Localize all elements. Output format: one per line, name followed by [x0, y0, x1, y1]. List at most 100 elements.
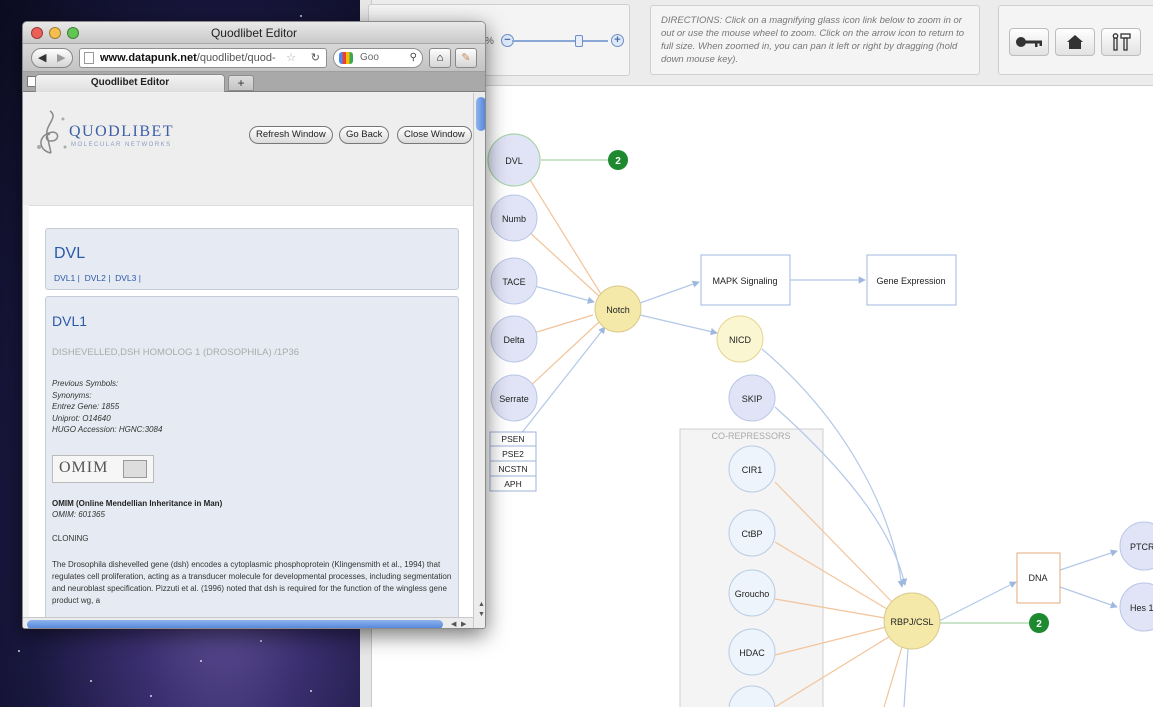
home-button[interactable] — [1055, 28, 1095, 56]
node-rbpj[interactable]: RBPJ/CSL — [883, 592, 941, 650]
bookmark-star-icon[interactable]: ☆ — [286, 49, 296, 67]
address-bar[interactable]: www.datapunk.net/quodlibet/quod- ☆ ↻ — [79, 48, 327, 68]
edge-rbpj-down1 — [883, 646, 903, 707]
gene-detail-panel: DVL1 DISHEVELLED,DSH HOMOLOG 1 (DROSOPHI… — [45, 296, 459, 628]
node-groucho-label: Groucho — [735, 589, 770, 599]
omim-number: OMIM: 601365 — [52, 510, 105, 519]
node-skip[interactable]: SKIP — [728, 374, 776, 422]
edge-dvl-notch — [526, 174, 605, 300]
omim-logo-link[interactable]: OMIM — [52, 455, 154, 483]
gamma-secretase-complex[interactable]: PSEN PSE2 NCSTN APH — [489, 431, 537, 492]
uniprot-id: Uniprot: O14640 — [52, 413, 111, 423]
addon-button[interactable]: ✎ — [455, 48, 477, 68]
aph-label: APH — [504, 479, 521, 489]
node-numb[interactable]: Numb — [490, 194, 538, 242]
gene-group-panel: DVL DVL1 | DVL2 | DVL3 | — [45, 228, 459, 290]
gene-metadata: Previous Symbols: Synonyms: Entrez Gene:… — [52, 378, 162, 436]
node-hdac[interactable]: HDAC — [728, 628, 776, 676]
omim-heading: OMIM (Online Mendellian Inheritance in M… — [52, 499, 223, 508]
scroll-down-arrow-icon[interactable]: ▼ — [478, 611, 485, 618]
pse2-label: PSE2 — [502, 449, 524, 459]
badge-rbpj-count[interactable]: 2 — [1029, 613, 1049, 633]
node-cibp-label: CtBP — [741, 529, 762, 539]
forward-arrow-icon[interactable]: ▶ — [57, 51, 65, 64]
zoom-in-button[interactable]: + — [611, 34, 624, 47]
scroll-up-arrow-icon[interactable]: ▲ — [478, 601, 485, 608]
logo-subtitle: MOLECULAR NETWORKS — [71, 142, 172, 148]
entrez-gene: Entrez Gene: 1855 — [52, 402, 120, 411]
node-groucho[interactable]: Groucho — [728, 569, 776, 617]
google-icon — [339, 52, 353, 64]
home-icon — [1067, 35, 1083, 49]
node-nicd-label: NICD — [729, 335, 751, 345]
edge-notch-mapk — [639, 280, 700, 304]
gene-title: DVL1 — [52, 313, 88, 329]
node-dvl[interactable]: DVL — [487, 133, 541, 187]
node-hes[interactable]: Hes 1 — [1119, 582, 1153, 632]
node-cir1[interactable]: CIR1 — [728, 445, 776, 493]
horizontal-scrollbar[interactable]: ◀ ▶ — [23, 617, 473, 628]
reload-icon[interactable]: ↻ — [311, 49, 320, 67]
page-content: QUODLIBET MOLECULAR NETWORKS Refresh Win… — [23, 93, 473, 628]
page-header: QUODLIBET MOLECULAR NETWORKS Refresh Win… — [23, 93, 473, 205]
tab-quodlibet-editor[interactable]: Quodlibet Editor — [35, 74, 225, 92]
key-button[interactable] — [1009, 28, 1049, 56]
psen-label: PSEN — [501, 434, 524, 444]
link-dvl1[interactable]: DVL1 — [54, 273, 75, 283]
edge-notch-nicd — [639, 314, 718, 336]
search-icon[interactable]: ⚲ — [410, 49, 417, 67]
node-notch[interactable]: Notch — [594, 285, 642, 333]
vertical-scroll-thumb[interactable] — [476, 97, 485, 131]
section-heading-cloning: CLONING — [52, 534, 89, 543]
edge-dna-ptcr — [1059, 549, 1118, 571]
node-delta-label: Delta — [503, 335, 524, 345]
box-dna-label: DNA — [1028, 573, 1047, 583]
close-window-button[interactable]: Close Window — [397, 126, 472, 144]
horizontal-scroll-thumb[interactable] — [27, 620, 443, 628]
node-cibp[interactable]: CtBP — [728, 509, 776, 557]
box-gene-expression-label: Gene Expression — [876, 276, 945, 286]
network-canvas[interactable]: CO-REPRESSORS DVL Numb TACE Delta Serrat… — [372, 87, 1153, 707]
synonyms: Synonyms: — [52, 390, 92, 400]
zoom-percent: % — [485, 36, 494, 47]
gene-full-name: DISHEVELLED,DSH HOMOLOG 1 (DROSOPHILA) /… — [52, 347, 300, 358]
edge-rbpj-down2 — [903, 648, 909, 707]
zoom-slider-track[interactable] — [512, 40, 608, 42]
zoom-slider-thumb[interactable] — [575, 35, 583, 47]
scroll-left-arrow-icon[interactable]: ◀ — [451, 620, 456, 628]
link-dvl3[interactable]: DVL3 — [115, 273, 136, 283]
page-icon — [84, 52, 94, 64]
directions-text: DIRECTIONS: Click on a magnifying glass … — [650, 5, 980, 75]
node-tace[interactable]: TACE — [490, 257, 538, 305]
box-mapk[interactable]: MAPK Signaling — [700, 254, 791, 306]
badge-dvl-count[interactable]: 2 — [608, 150, 628, 170]
scroll-right-arrow-icon[interactable]: ▶ — [461, 620, 466, 628]
search-bar[interactable]: Goo ⚲ — [333, 48, 423, 68]
close-window-light[interactable] — [31, 27, 43, 39]
box-gene-expression[interactable]: Gene Expression — [866, 254, 957, 306]
network-diagram[interactable]: CO-REPRESSORS DVL Numb TACE Delta Serrat… — [372, 87, 1153, 707]
go-back-button[interactable]: Go Back — [339, 126, 390, 144]
minimize-window-light[interactable] — [49, 27, 61, 39]
home-nav-button[interactable]: ⌂ — [429, 48, 451, 68]
refresh-window-button[interactable]: Refresh Window — [249, 126, 333, 144]
badge-dvl-count-text: 2 — [615, 156, 621, 167]
box-dna[interactable]: DNA — [1016, 552, 1061, 604]
new-tab-button[interactable]: + — [228, 75, 254, 91]
link-dvl2[interactable]: DVL2 — [85, 273, 106, 283]
tools-button[interactable] — [1101, 28, 1141, 56]
browser-window: Quodlibet Editor ◀ ▶ www.datapunk.net/qu… — [22, 21, 486, 629]
node-ptcr-label: PTCR — [1130, 542, 1153, 552]
zoom-window-light[interactable] — [67, 27, 79, 39]
browser-titlebar[interactable]: Quodlibet Editor — [23, 22, 485, 44]
node-ptcr[interactable]: PTCR — [1119, 521, 1153, 571]
back-arrow-icon[interactable]: ◀ — [38, 51, 46, 64]
node-serrate[interactable]: Serrate — [490, 374, 538, 422]
back-forward-buttons[interactable]: ◀ ▶ — [31, 48, 73, 68]
vertical-scrollbar[interactable]: ▲ ▼ — [473, 93, 485, 628]
node-delta[interactable]: Delta — [490, 315, 538, 363]
node-nicd[interactable]: NICD — [716, 315, 764, 363]
browser-window-title: Quodlibet Editor — [210, 26, 298, 40]
node-serrate-label: Serrate — [499, 394, 529, 404]
node-dvl-label: DVL — [505, 156, 523, 166]
